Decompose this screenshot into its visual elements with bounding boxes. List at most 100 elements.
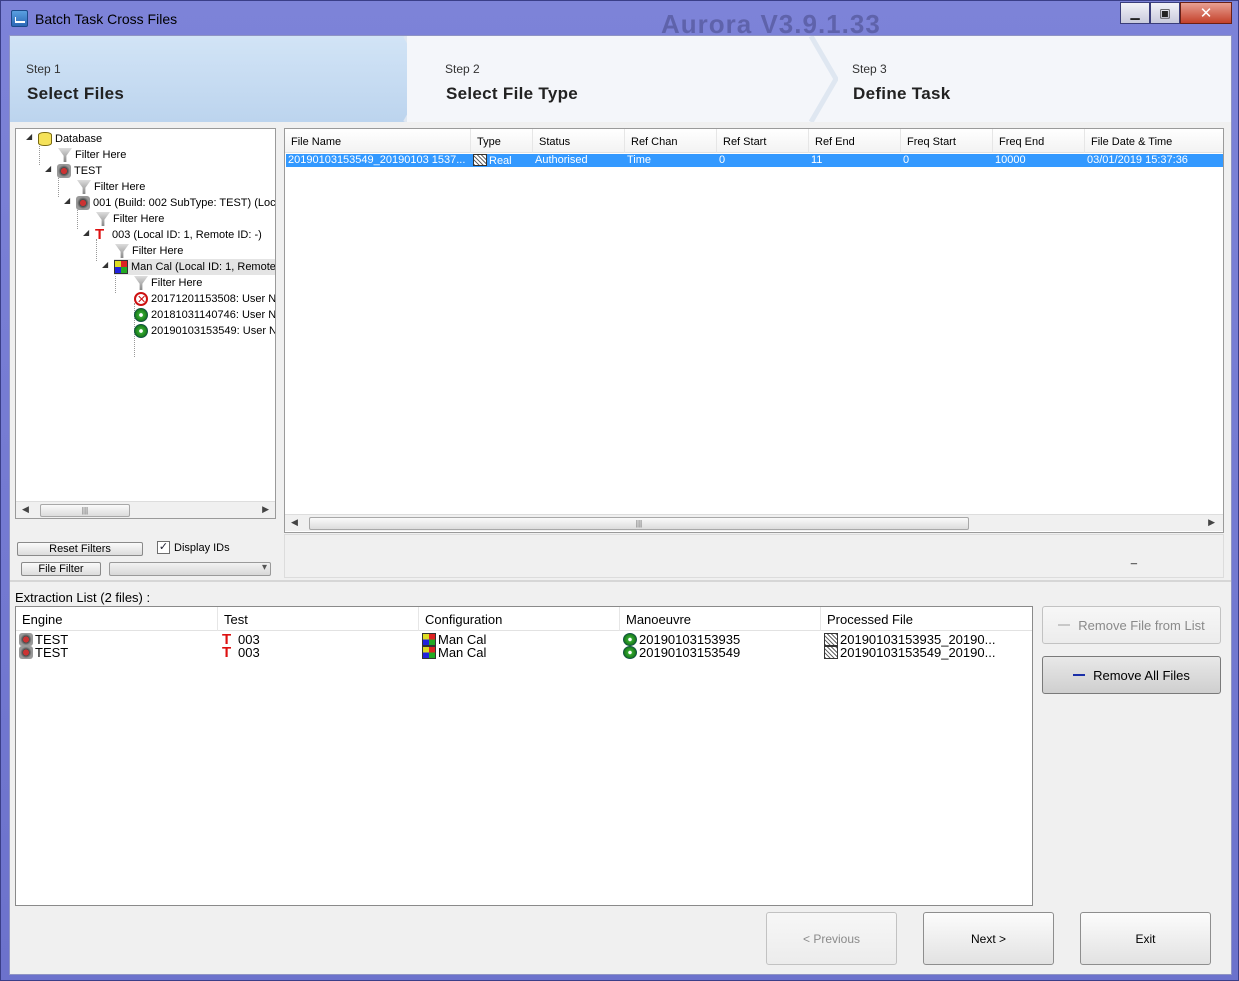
grid-horizontal-scrollbar[interactable]: ◀ ||| ▶ [285, 514, 1223, 531]
column-header[interactable]: Engine [16, 607, 218, 631]
tree-node-configuration[interactable]: Man Cal (Local ID: 1, Remote [114, 259, 275, 275]
manoeuvre-ok-icon [134, 308, 148, 322]
tree-filter[interactable]: Filter Here [96, 211, 164, 227]
engine-icon [57, 164, 71, 178]
filter-icon [58, 148, 72, 162]
step-2[interactable]: Step 2 Select File Type [407, 36, 832, 122]
step-title: Select Files [27, 84, 125, 103]
column-header[interactable]: Ref End [809, 129, 901, 153]
tree-filter[interactable]: Filter Here [58, 147, 126, 163]
tree-filter[interactable]: Filter Here [134, 275, 202, 291]
tree-node-manoeuvre[interactable]: 20171201153508: User N [134, 291, 275, 308]
database-tree: ◢ Database Filter Here ◢ TEST Filter Her… [15, 128, 276, 519]
collapse-icon[interactable]: ◢ [45, 164, 55, 173]
step-title: Select File Type [446, 84, 579, 103]
engine-icon [19, 646, 33, 659]
remove-all-files-button[interactable]: Remove All Files [1042, 656, 1221, 694]
close-button[interactable]: ✕ [1180, 2, 1232, 24]
panel-splitter[interactable] [10, 580, 1231, 582]
tree-node-database[interactable]: Database [38, 131, 102, 147]
rejected-icon [134, 292, 148, 308]
column-header[interactable]: File Date & Time [1085, 129, 1223, 153]
filter-icon [134, 276, 148, 290]
next-button[interactable]: Next > [923, 912, 1054, 965]
exit-button[interactable]: Exit [1080, 912, 1211, 965]
previous-button[interactable]: < Previous [766, 912, 897, 965]
step-3[interactable]: Step 3 Define Task [832, 36, 1231, 122]
collapse-icon[interactable]: ◢ [102, 260, 112, 269]
checkbox-check-icon: ✓ [157, 541, 170, 554]
collapse-icon[interactable]: ◢ [64, 196, 74, 205]
column-header[interactable]: Ref Start [717, 129, 809, 153]
column-header[interactable]: Freq End [993, 129, 1085, 153]
scroll-left-icon[interactable]: ◀ [291, 517, 298, 528]
close-icon: ✕ [1199, 5, 1213, 22]
configuration-icon [422, 633, 436, 646]
display-ids-checkbox[interactable]: ✓ Display IDs [157, 541, 230, 554]
collapse-icon[interactable]: ◢ [26, 132, 36, 141]
scroll-thumb[interactable]: ||| [309, 517, 969, 530]
configuration-icon [114, 260, 128, 274]
configuration-icon [422, 646, 436, 659]
tree-node-manoeuvre[interactable]: 20181031140746: User N [134, 307, 275, 323]
window-title: Batch Task Cross Files [35, 11, 178, 27]
minimize-button[interactable]: ▁ [1120, 2, 1150, 24]
tree-node-build[interactable]: 001 (Build: 002 SubType: TEST) (Loc [76, 195, 275, 211]
grid-status-bar: _ [284, 534, 1224, 578]
test-icon: T [222, 644, 232, 661]
step-number: Step 1 [26, 62, 61, 76]
step-title: Define Task [853, 84, 951, 103]
column-header[interactable]: Ref Chan [625, 129, 717, 153]
wizard-steps: Step 1 Select Files Step 2 Select File T… [10, 36, 1231, 122]
file-filter-button[interactable]: File Filter [21, 562, 101, 576]
table-row[interactable]: 20190103153549_20190103 1537... Real Aut… [286, 154, 1223, 167]
step-number: Step 3 [852, 62, 887, 76]
file-type-icon [473, 154, 487, 166]
manoeuvre-ok-icon [134, 324, 148, 338]
column-header[interactable]: Status [533, 129, 625, 153]
maximize-button[interactable]: ▣ [1150, 2, 1180, 24]
engine-icon [19, 633, 33, 646]
tree-node-test[interactable]: T 003 (Local ID: 1, Remote ID: -) [95, 227, 262, 243]
extraction-list-label: Extraction List (2 files) : [15, 590, 151, 605]
app-window: Batch Task Cross Files Aurora V3.9.1.33 … [0, 0, 1239, 981]
column-header[interactable]: Test [218, 607, 419, 631]
minus-icon [1073, 674, 1086, 676]
extraction-list: Engine Test Configuration Manoeuvre Proc… [15, 606, 1033, 906]
tree-filter[interactable]: Filter Here [115, 243, 183, 259]
collapse-icon[interactable]: ◢ [83, 228, 93, 237]
test-icon: T [95, 226, 105, 243]
filter-icon [115, 244, 129, 258]
remove-file-button[interactable]: Remove File from List [1042, 606, 1221, 644]
filter-dropdown[interactable] [109, 562, 271, 576]
manoeuvre-ok-icon [623, 646, 637, 659]
scroll-right-icon[interactable]: ▶ [262, 504, 269, 515]
column-header[interactable]: Configuration [419, 607, 620, 631]
minimize-icon: ▁ [1130, 6, 1140, 20]
tree-filter[interactable]: Filter Here [77, 179, 145, 195]
filter-icon [96, 212, 110, 226]
tree-horizontal-scrollbar[interactable]: ◀ ||| ▶ [16, 501, 275, 518]
dialog-client: Step 1 Select Files Step 2 Select File T… [9, 35, 1232, 975]
tree-node-engine[interactable]: TEST [57, 163, 102, 179]
title-bar[interactable]: Batch Task Cross Files Aurora V3.9.1.33 … [1, 1, 1238, 39]
scroll-thumb[interactable]: ||| [40, 504, 130, 517]
build-icon [76, 196, 90, 210]
reset-filters-button[interactable]: Reset Filters [17, 542, 143, 556]
step-number: Step 2 [445, 62, 480, 76]
column-header[interactable]: Manoeuvre [620, 607, 821, 631]
list-item[interactable]: TEST T 003 Man Cal 20190103153549 2019010… [16, 644, 1032, 661]
column-header[interactable]: Freq Start [901, 129, 993, 153]
processed-file-icon [824, 633, 838, 646]
scroll-right-icon[interactable]: ▶ [1208, 517, 1215, 528]
column-header[interactable]: File Name [285, 129, 471, 153]
scroll-left-icon[interactable]: ◀ [22, 504, 29, 515]
minus-icon [1058, 624, 1071, 626]
column-header[interactable]: Processed File [821, 607, 1032, 631]
column-header[interactable]: Type [471, 129, 533, 153]
list-header: Engine Test Configuration Manoeuvre Proc… [16, 607, 1032, 631]
step-1[interactable]: Step 1 Select Files [10, 36, 430, 122]
tree-node-manoeuvre[interactable]: 20190103153549: User N [134, 323, 275, 339]
filter-icon [77, 180, 91, 194]
file-grid: File Name Type Status Ref Chan Ref Start… [284, 128, 1224, 533]
